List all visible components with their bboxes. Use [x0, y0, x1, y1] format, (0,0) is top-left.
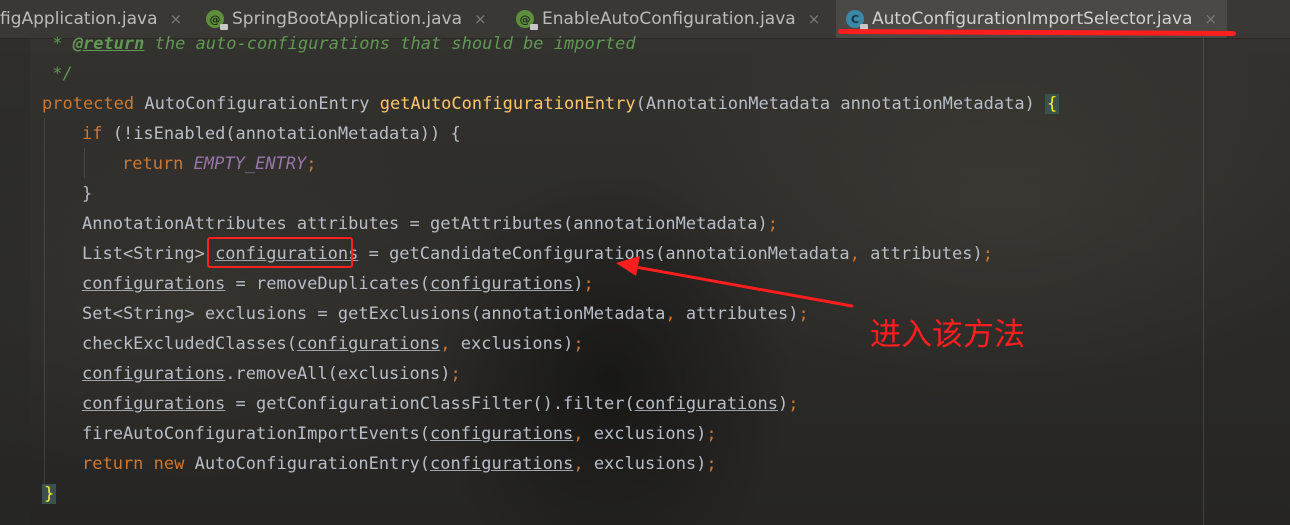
- annotation-label: 进入该方法: [870, 317, 1025, 353]
- annotation-arrow: [616, 256, 854, 308]
